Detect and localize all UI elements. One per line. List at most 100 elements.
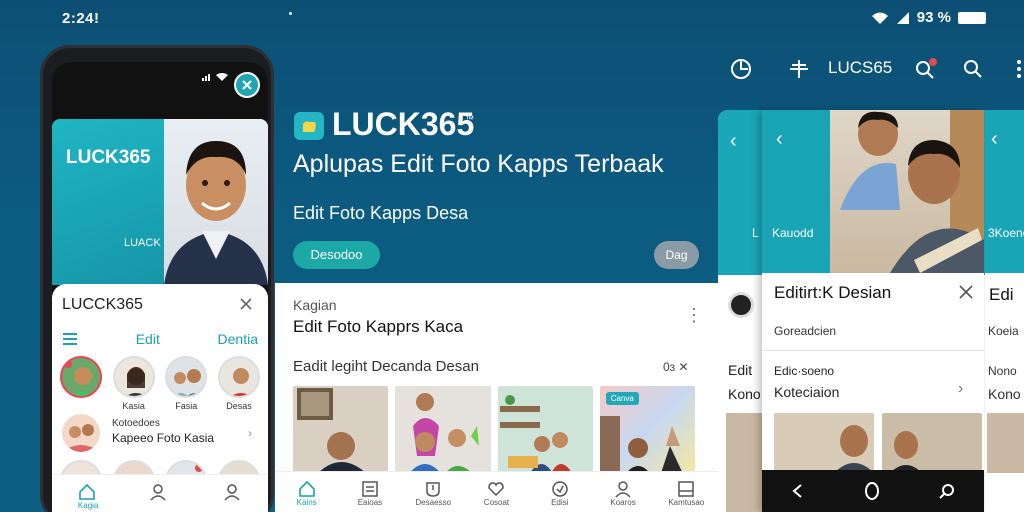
close-fab-icon[interactable] — [234, 72, 260, 98]
phone-hero-brand: LUCK365 — [66, 147, 151, 168]
profile-icon — [615, 481, 631, 498]
status-time: 2:24! — [62, 10, 100, 27]
signal-icon — [896, 11, 910, 25]
chevron-left-icon[interactable]: ‹ — [991, 128, 998, 151]
avatar-label: Desas — [226, 401, 252, 411]
wifi-icon — [216, 73, 228, 81]
tab-edit[interactable]: Edit — [136, 331, 160, 347]
section-actions[interactable]: 0ɜ ✕ — [663, 360, 689, 374]
photo-thumbnail[interactable] — [293, 386, 389, 476]
photo-thumbnail[interactable] — [497, 386, 593, 476]
photo-thumbnail[interactable] — [395, 386, 491, 476]
thumbnail-tag: Canva — [605, 392, 639, 405]
trademark: ™ — [465, 114, 474, 124]
chevron-left-icon[interactable]: ‹ — [776, 128, 783, 151]
family-photo — [830, 110, 984, 273]
chevron-right-icon: › — [248, 426, 252, 440]
home-button-icon[interactable] — [864, 482, 880, 500]
nav-label: Cosoat — [483, 498, 510, 507]
front-card-hero-label: Kauodd — [772, 226, 814, 240]
phone-hero-banner: LUCK365 LUACK — [52, 119, 268, 285]
signal-icon — [202, 74, 210, 81]
front-card-hero: ‹ Kauodd — [762, 110, 984, 273]
list-icon[interactable] — [62, 332, 78, 346]
status-bar: 2:24! 93 % — [0, 0, 1024, 34]
nav-people[interactable] — [150, 483, 170, 501]
nav-gallery[interactable]: Eaioas — [345, 480, 395, 512]
photo-grid: Canva — [293, 386, 695, 476]
list-item[interactable]: Kotoedoes Kapeeo Foto Kasia › — [62, 414, 258, 454]
window-icon — [678, 481, 695, 497]
status-icons: 93 % — [871, 9, 986, 26]
photo-thumbnail[interactable]: Canva — [599, 386, 695, 476]
phone-bottom-nav: Kagia — [52, 474, 268, 512]
tab-dentia[interactable]: Dentia — [218, 331, 258, 347]
edit-icon — [552, 481, 568, 497]
profile-icon — [224, 484, 240, 501]
more-vertical-icon[interactable]: ⋮ — [685, 305, 703, 326]
nav-favorite[interactable]: Cosoat — [471, 480, 521, 512]
avatar — [728, 292, 754, 318]
chevron-right-icon[interactable]: › — [958, 380, 963, 398]
gallery-icon — [362, 481, 378, 497]
front-card-photos — [774, 413, 982, 473]
section-title: Eadit legiht Decanda Desan — [293, 358, 479, 375]
far-card: ‹ 3Koeneo Edi Koeia Nono Kono — [985, 110, 1024, 512]
cta-button[interactable]: Desodoo — [293, 241, 380, 269]
panel-bottom-nav: Kains Eaioas Desaesso Cosoat Edisi Koaro… — [275, 471, 718, 512]
secondary-button[interactable]: Dag — [654, 241, 699, 269]
list-item-title: Kapeeo Foto Kasia — [112, 431, 215, 445]
toolbar-brand: LUCS65 — [828, 58, 893, 77]
phone-hero-small: LUACK — [124, 237, 161, 249]
add-icon[interactable] — [788, 57, 810, 81]
avatar-item[interactable]: Desas — [217, 356, 260, 411]
front-card-title: Editirt:K Desian — [774, 283, 892, 302]
globe-icon[interactable] — [730, 57, 752, 81]
nav-edit[interactable]: Edisi — [535, 480, 585, 512]
nav-home-label: Kagia — [77, 501, 99, 510]
back-card-row1: Edit — [728, 362, 753, 378]
phone-mockup: LUCK365 LUACK LUCCK365 Edit Dentia Kasia… — [40, 45, 274, 512]
avatar-item[interactable]: Fasia — [165, 356, 208, 411]
nav-home[interactable]: Kagia — [78, 483, 98, 510]
clock-icon — [426, 482, 440, 497]
front-card: ‹ Kauodd Editirt:K Desian Goreadcien Edi… — [762, 110, 984, 512]
panel-title: Edit Foto Kapprs Kaca — [293, 317, 464, 336]
close-icon[interactable] — [238, 296, 254, 312]
far-card-hero: ‹ 3Koeneo — [985, 110, 1024, 273]
photo-thumbnail[interactable] — [774, 413, 874, 473]
nav-home[interactable]: Kains — [282, 480, 332, 512]
nav-window[interactable]: Kamtusao — [661, 480, 711, 512]
nav-profile[interactable] — [222, 483, 242, 501]
phone-status-icons — [202, 72, 228, 81]
nav-label: Kamtusao — [668, 498, 705, 507]
avatar-item[interactable]: Kasia — [112, 356, 155, 411]
divider — [762, 350, 984, 351]
back-icon[interactable] — [791, 483, 805, 499]
photo-thumbnail[interactable] — [882, 413, 982, 473]
phone-tabs: Edit Dentia — [62, 328, 258, 350]
far-card-title: Edi — [989, 285, 1014, 304]
nav-label: Desaesso — [415, 498, 451, 507]
avatar — [62, 414, 100, 452]
avatar-label: Fasia — [175, 401, 198, 411]
portrait-photo — [164, 119, 268, 285]
heart-icon — [488, 482, 505, 497]
wifi-icon — [871, 11, 889, 25]
search-icon[interactable] — [938, 483, 955, 499]
battery-icon — [958, 11, 986, 24]
search-icon[interactable] — [962, 57, 984, 81]
nav-label: Kains — [296, 498, 317, 507]
more-vertical-icon[interactable] — [1016, 57, 1022, 81]
headline: Aplupas Edit Foto Kapps Terbaak — [293, 150, 664, 178]
back-card-label: L — [752, 226, 759, 240]
close-icon[interactable] — [958, 284, 974, 300]
front-card-row2[interactable]: Koteciaion — [774, 384, 839, 400]
nav-history[interactable]: Desaesso — [408, 480, 458, 512]
chevron-left-icon[interactable]: ‹ — [730, 130, 737, 153]
battery-percent: 93 % — [916, 9, 951, 26]
nav-profile[interactable]: Koaros — [598, 480, 648, 512]
far-card-row1: Koeia — [988, 324, 1019, 338]
search-notification-icon[interactable] — [914, 57, 938, 81]
avatar-item[interactable] — [60, 356, 102, 411]
